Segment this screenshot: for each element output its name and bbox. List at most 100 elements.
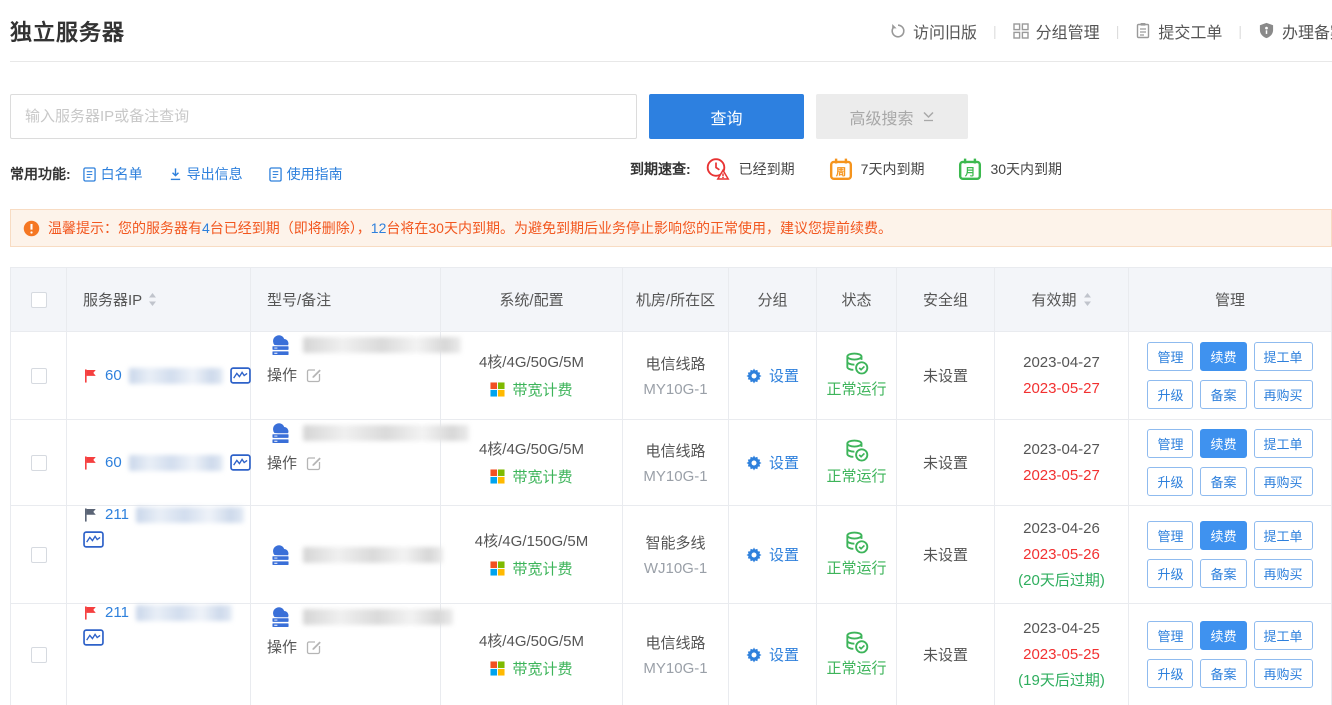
security-group-cell: 未设置 [897,332,995,420]
expiring-count: 12 [371,220,387,236]
expire-date: 2023-05-25 [1018,642,1105,668]
edit-icon[interactable] [306,639,322,655]
row-checkbox[interactable] [31,368,47,384]
database-check-icon [844,352,869,375]
group-cell: 设置 [729,506,817,604]
nav-group-management[interactable]: 分组管理 [1013,19,1100,43]
manage-button[interactable]: 管理 [1147,429,1193,458]
server-ip[interactable]: 211 [105,506,129,523]
monitor-chart-icon[interactable] [83,531,104,548]
grid-icon [1013,23,1029,39]
datacenter-code: MY10G-1 [643,468,707,485]
filing-button[interactable]: 备案 [1200,559,1246,588]
manage-cell: 管理 续费 提工单 升级 备案 再购买 [1129,420,1331,506]
upgrade-button[interactable]: 升级 [1147,380,1193,409]
header-system-config: 系统/配置 [441,268,623,332]
row-checkbox[interactable] [31,647,47,663]
cloud-server-icon [267,332,294,357]
whitelist-link[interactable]: 白名单 [83,164,143,184]
expiry-notice-banner: 温馨提示：您的服务器有4台已经到期（即将删除），12台将在30天内到期。为避免到… [10,209,1332,247]
ticket-button[interactable]: 提工单 [1254,429,1313,458]
group-settings-link[interactable]: 设置 [746,365,799,386]
status-text: 正常运行 [826,657,886,678]
export-info-link[interactable]: 导出信息 [169,164,243,184]
rebuy-button[interactable]: 再购买 [1254,380,1313,409]
filing-button[interactable]: 备案 [1200,659,1246,688]
start-date: 2023-04-27 [1023,350,1100,376]
header-validity[interactable]: 有效期 [995,268,1129,332]
validity-cell: 2023-04-27 2023-05-27 [995,420,1129,506]
datacenter-code: WJ10G-1 [644,560,707,577]
cloud-server-icon [267,420,294,445]
nav-submit-ticket[interactable]: 提交工单 [1135,19,1222,43]
renew-button[interactable]: 续费 [1200,342,1246,371]
nav-divider: | [993,23,997,39]
manage-cell: 管理 续费 提工单 升级 备案 再购买 [1129,332,1331,420]
monitor-chart-icon[interactable] [83,629,104,646]
gear-icon [746,368,762,384]
filing-button[interactable]: 备案 [1200,467,1246,496]
filter-expiring-7-days[interactable]: 周 7天内到期 [829,157,925,181]
server-ip[interactable]: 60 [105,454,122,471]
expire-note: (20天后过期) [1018,568,1105,594]
edit-icon[interactable] [306,367,322,383]
filter-expiring-30-days[interactable]: 月 30天内到期 [958,157,1062,181]
upgrade-button[interactable]: 升级 [1147,659,1193,688]
flag-icon[interactable] [83,455,98,471]
select-all-checkbox[interactable] [31,292,47,308]
security-group-cell: 未设置 [897,506,995,604]
user-guide-link[interactable]: 使用指南 [269,164,343,184]
monitor-chart-icon[interactable] [230,454,251,471]
renew-button[interactable]: 续费 [1200,429,1246,458]
rebuy-button[interactable]: 再购买 [1254,467,1313,496]
filter-expired[interactable]: 已经到期 [705,157,795,181]
server-ip[interactable]: 211 [105,604,129,621]
query-button[interactable]: 查询 [649,94,804,139]
row-checkbox[interactable] [31,455,47,471]
filing-button[interactable]: 备案 [1200,380,1246,409]
expire-date: 2023-05-26 [1018,542,1105,568]
manage-button[interactable]: 管理 [1147,521,1193,550]
manage-button[interactable]: 管理 [1147,342,1193,371]
common-functions-label: 常用功能: [10,164,71,184]
group-cell: 设置 [729,420,817,506]
ticket-button[interactable]: 提工单 [1254,342,1313,371]
download-icon [169,167,182,181]
group-settings-link[interactable]: 设置 [746,544,799,565]
upgrade-button[interactable]: 升级 [1147,467,1193,496]
row-checkbox[interactable] [31,547,47,563]
sort-icon[interactable] [148,293,157,306]
line-type: 电信线路 [645,632,705,653]
header-server-ip[interactable]: 服务器IP [67,268,251,332]
system-config-cell: 4核/4G/50G/5M 带宽计费 [441,332,623,420]
renew-button[interactable]: 续费 [1200,621,1246,650]
nav-filing[interactable]: 办理备案 [1258,19,1332,43]
refresh-icon [890,23,906,39]
search-input[interactable] [10,94,637,139]
monitor-chart-icon[interactable] [230,367,251,384]
group-settings-link[interactable]: 设置 [746,452,799,473]
renew-button[interactable]: 续费 [1200,521,1246,550]
flag-icon[interactable] [83,605,98,621]
edit-icon[interactable] [306,455,322,471]
windows-icon [490,561,505,576]
billing-type: 带宽计费 [512,466,572,487]
status-text: 正常运行 [826,557,886,578]
ticket-button[interactable]: 提工单 [1254,621,1313,650]
manage-button[interactable]: 管理 [1147,621,1193,650]
flag-icon[interactable] [83,368,98,384]
upgrade-button[interactable]: 升级 [1147,559,1193,588]
rebuy-button[interactable]: 再购买 [1254,659,1313,688]
validity-cell: 2023-04-25 2023-05-25 (19天后过期) [995,604,1129,705]
group-settings-link[interactable]: 设置 [746,644,799,665]
database-check-icon [844,631,869,654]
advanced-search-button[interactable]: 高级搜索 [816,94,968,139]
rebuy-button[interactable]: 再购买 [1254,559,1313,588]
ticket-button[interactable]: 提工单 [1254,521,1313,550]
header-status: 状态 [817,268,897,332]
expired-count: 4 [202,220,210,236]
sort-icon[interactable] [1083,293,1092,306]
nav-legacy-version[interactable]: 访问旧版 [890,19,977,43]
server-ip[interactable]: 60 [105,367,122,384]
flag-icon[interactable] [83,507,98,523]
